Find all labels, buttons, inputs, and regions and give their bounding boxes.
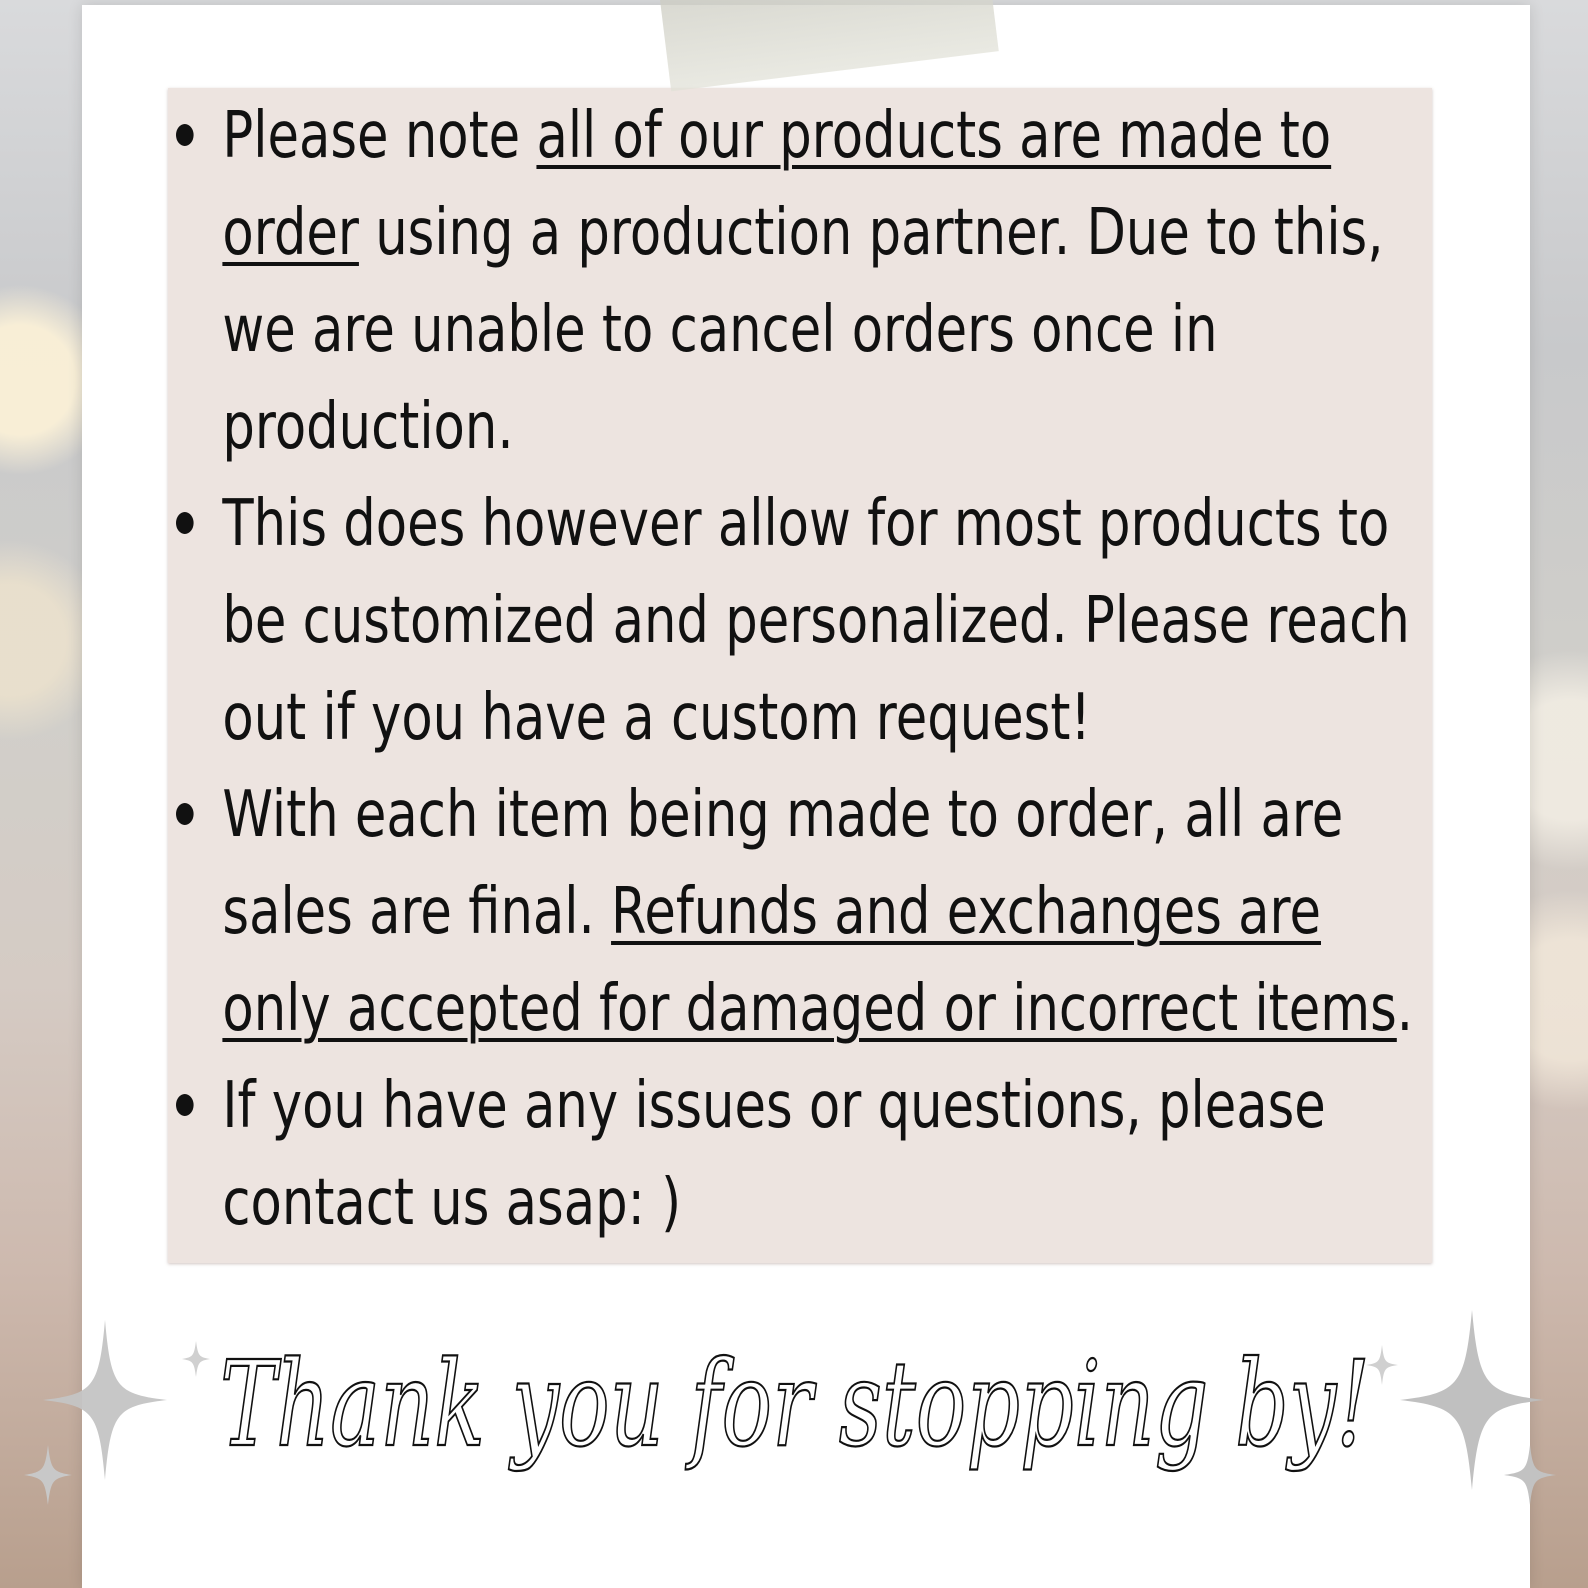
policy-bullet-item: This does however allow for most product… bbox=[168, 476, 1422, 767]
sparkle-right-small-icon bbox=[1504, 1445, 1556, 1505]
policy-text-line: production. bbox=[222, 379, 1422, 476]
policy-text-line: If you have any issues or questions, ple… bbox=[222, 1058, 1422, 1155]
policy-text-line: be customized and personalized. Please r… bbox=[222, 573, 1422, 670]
policy-text: With each item being made to order, all … bbox=[222, 778, 1344, 852]
thank-you-text: Thank you for stopping by! bbox=[220, 1335, 1370, 1473]
policy-text: If you have any issues or questions, ple… bbox=[222, 1069, 1326, 1143]
policy-bullet-item: With each item being made to order, all … bbox=[168, 767, 1422, 1058]
policy-text-line: Please note all of our products are made… bbox=[222, 88, 1422, 185]
policy-text: This does however allow for most product… bbox=[222, 487, 1390, 561]
policy-text-line: only accepted for damaged or incorrect i… bbox=[222, 961, 1422, 1058]
policy-text-line: contact us asap: ) bbox=[222, 1155, 1422, 1252]
policy-text: using a production partner. Due to this, bbox=[358, 196, 1384, 270]
bullet-dot-icon bbox=[176, 512, 194, 534]
policy-text-line: This does however allow for most product… bbox=[222, 476, 1422, 573]
thank-you-script: Thank you for stopping by! bbox=[219, 1334, 1371, 1474]
policy-text-line: sales are final. Refunds and exchanges a… bbox=[222, 864, 1422, 961]
policy-text: be customized and personalized. Please r… bbox=[222, 584, 1410, 658]
sparkle-left-small-icon bbox=[24, 1445, 72, 1505]
policy-text-line: With each item being made to order, all … bbox=[222, 767, 1422, 864]
policy-text: out if you have a custom request! bbox=[222, 681, 1091, 755]
underlined-text: Refunds and exchanges are bbox=[611, 875, 1321, 949]
policy-bullet-item: Please note all of our products are made… bbox=[168, 88, 1422, 476]
policy-bullet-item: If you have any issues or questions, ple… bbox=[168, 1058, 1422, 1252]
policy-text: sales are final. bbox=[222, 875, 612, 949]
policy-text-line: out if you have a custom request! bbox=[222, 670, 1422, 767]
policy-text: contact us asap: ) bbox=[222, 1166, 682, 1240]
policy-text-line: order using a production partner. Due to… bbox=[222, 185, 1422, 282]
policy-note-panel: Please note all of our products are made… bbox=[168, 88, 1432, 1263]
policy-text: Please note bbox=[222, 99, 537, 173]
policy-bullet-list: Please note all of our products are made… bbox=[168, 88, 1432, 1252]
policy-text-line: we are unable to cancel orders once in bbox=[222, 282, 1422, 379]
policy-text: we are unable to cancel orders once in bbox=[222, 293, 1218, 367]
underlined-text: order bbox=[222, 196, 359, 270]
bullet-dot-icon bbox=[176, 1094, 194, 1116]
policy-text: production. bbox=[222, 390, 514, 464]
policy-text: . bbox=[1396, 972, 1414, 1046]
underlined-text: only accepted for damaged or incorrect i… bbox=[222, 972, 1397, 1046]
bullet-dot-icon bbox=[176, 124, 194, 146]
underlined-text: all of our products are made to bbox=[536, 99, 1332, 173]
bullet-dot-icon bbox=[176, 803, 194, 825]
